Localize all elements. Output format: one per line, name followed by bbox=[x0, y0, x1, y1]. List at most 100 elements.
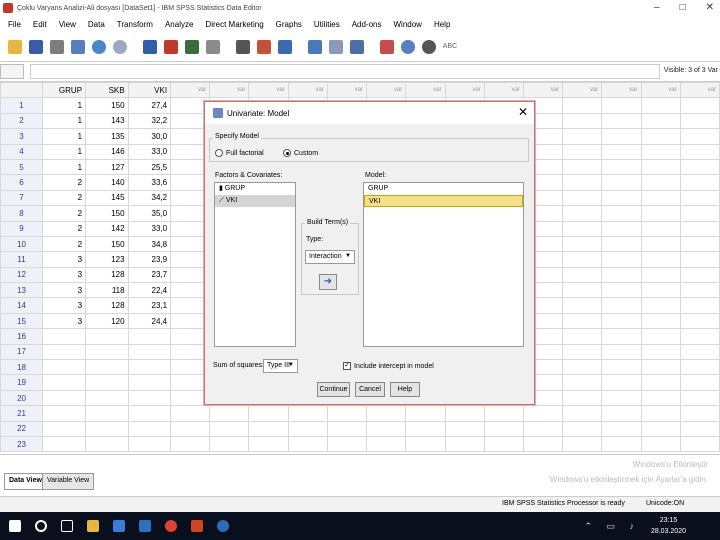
empty-cell[interactable] bbox=[640, 143, 681, 160]
empty-cell[interactable] bbox=[640, 174, 681, 191]
goto-variable-icon[interactable] bbox=[162, 38, 180, 56]
data-cell[interactable] bbox=[85, 405, 129, 422]
windows-start-icon[interactable] bbox=[4, 512, 26, 540]
empty-cell[interactable] bbox=[405, 435, 446, 453]
data-cell[interactable]: 35,0 bbox=[127, 205, 172, 222]
empty-cell[interactable] bbox=[679, 174, 720, 191]
empty-cell[interactable] bbox=[209, 405, 250, 422]
data-cell[interactable]: 128 bbox=[85, 266, 129, 284]
mail-icon[interactable] bbox=[134, 512, 156, 540]
data-cell[interactable]: 1 bbox=[42, 112, 87, 130]
data-cell[interactable]: 2 bbox=[42, 174, 87, 191]
store-icon[interactable] bbox=[108, 512, 130, 540]
data-cell[interactable]: 34,8 bbox=[127, 235, 172, 253]
empty-cell[interactable] bbox=[679, 343, 720, 361]
sum-of-squares-select[interactable]: Type III ▼ bbox=[263, 359, 298, 373]
cell-value-input[interactable] bbox=[30, 64, 660, 79]
data-cell[interactable]: 142 bbox=[85, 220, 129, 237]
empty-cell[interactable] bbox=[562, 328, 603, 345]
data-cell[interactable]: 1 bbox=[42, 97, 87, 114]
menu-utilities[interactable]: Utilities bbox=[308, 20, 346, 29]
empty-cell[interactable] bbox=[287, 405, 328, 422]
empty-cell[interactable] bbox=[679, 435, 720, 453]
task-view-icon[interactable] bbox=[56, 512, 78, 540]
data-cell[interactable]: 32,2 bbox=[127, 112, 172, 130]
data-cell[interactable] bbox=[42, 420, 87, 437]
data-cell[interactable]: 23,7 bbox=[127, 266, 172, 284]
data-cell[interactable]: 25,5 bbox=[127, 158, 172, 176]
empty-cell[interactable] bbox=[483, 435, 524, 453]
empty-cell[interactable] bbox=[601, 343, 642, 361]
list-item[interactable]: ▮ GRUP bbox=[215, 183, 295, 195]
column-header[interactable]: var bbox=[522, 82, 564, 99]
row-number[interactable]: 2 bbox=[0, 112, 44, 130]
build-type-select[interactable]: Interaction ▼ bbox=[305, 250, 355, 264]
empty-cell[interactable] bbox=[640, 420, 681, 437]
data-cell[interactable]: 123 bbox=[85, 251, 129, 268]
empty-cell[interactable] bbox=[287, 420, 328, 437]
column-header[interactable]: var bbox=[248, 82, 289, 99]
empty-cell[interactable] bbox=[679, 128, 720, 145]
column-header[interactable]: var bbox=[209, 82, 250, 99]
data-cell[interactable] bbox=[42, 328, 87, 345]
data-cell[interactable]: 118 bbox=[85, 282, 129, 299]
row-number[interactable]: 20 bbox=[0, 389, 44, 407]
maximize-button[interactable]: □ bbox=[680, 2, 686, 13]
data-cell[interactable]: 3 bbox=[42, 312, 87, 330]
row-number[interactable]: 16 bbox=[0, 328, 44, 345]
spell-check-icon[interactable]: ABC bbox=[441, 38, 459, 56]
empty-cell[interactable] bbox=[679, 235, 720, 253]
empty-cell[interactable] bbox=[170, 405, 211, 422]
empty-cell[interactable] bbox=[601, 297, 642, 314]
menu-window[interactable]: Window bbox=[387, 20, 427, 29]
empty-cell[interactable] bbox=[562, 312, 603, 330]
empty-cell[interactable] bbox=[601, 405, 642, 422]
column-header[interactable]: var bbox=[170, 82, 211, 99]
data-cell[interactable] bbox=[85, 420, 129, 437]
list-item[interactable]: ⟋ VKI bbox=[215, 195, 295, 207]
data-cell[interactable] bbox=[127, 374, 172, 391]
model-list[interactable]: GRUP VKI bbox=[363, 182, 524, 347]
data-cell[interactable] bbox=[127, 343, 172, 361]
empty-cell[interactable] bbox=[640, 282, 681, 299]
empty-cell[interactable] bbox=[601, 266, 642, 284]
empty-cell[interactable] bbox=[405, 420, 446, 437]
empty-cell[interactable] bbox=[483, 405, 524, 422]
empty-cell[interactable] bbox=[366, 420, 407, 437]
empty-cell[interactable] bbox=[170, 420, 211, 437]
continue-button[interactable]: Continue bbox=[317, 382, 350, 397]
data-cell[interactable] bbox=[85, 359, 129, 376]
move-right-arrow-icon[interactable]: ➜ bbox=[319, 274, 337, 290]
column-header[interactable]: var bbox=[562, 82, 603, 99]
list-item[interactable]: GRUP bbox=[364, 183, 523, 195]
data-cell[interactable]: 135 bbox=[85, 128, 129, 145]
empty-cell[interactable] bbox=[679, 97, 720, 114]
undo-icon[interactable] bbox=[90, 38, 108, 56]
menu-transform[interactable]: Transform bbox=[111, 20, 159, 29]
data-cell[interactable]: 30,0 bbox=[127, 128, 172, 145]
empty-cell[interactable] bbox=[444, 405, 485, 422]
data-cell[interactable]: 3 bbox=[42, 251, 87, 268]
empty-cell[interactable] bbox=[562, 359, 603, 376]
empty-cell[interactable] bbox=[679, 266, 720, 284]
variables-icon[interactable] bbox=[183, 38, 201, 56]
row-number[interactable]: 22 bbox=[0, 420, 44, 437]
use-sets-icon[interactable] bbox=[399, 38, 417, 56]
empty-cell[interactable] bbox=[601, 174, 642, 191]
column-header[interactable]: var bbox=[483, 82, 524, 99]
empty-cell[interactable] bbox=[640, 389, 681, 407]
data-cell[interactable] bbox=[85, 328, 129, 345]
data-cell[interactable] bbox=[127, 328, 172, 345]
data-cell[interactable]: 1 bbox=[42, 158, 87, 176]
data-cell[interactable] bbox=[85, 343, 129, 361]
row-number[interactable]: 21 bbox=[0, 405, 44, 422]
chrome-icon[interactable] bbox=[160, 512, 182, 540]
data-cell[interactable] bbox=[127, 389, 172, 407]
column-header[interactable]: var bbox=[405, 82, 446, 99]
row-number[interactable]: 11 bbox=[0, 251, 44, 268]
tab-variable-view[interactable]: Variable View bbox=[42, 473, 95, 490]
file-explorer-icon[interactable] bbox=[82, 512, 104, 540]
empty-cell[interactable] bbox=[640, 158, 681, 176]
empty-cell[interactable] bbox=[640, 328, 681, 345]
empty-cell[interactable] bbox=[562, 174, 603, 191]
